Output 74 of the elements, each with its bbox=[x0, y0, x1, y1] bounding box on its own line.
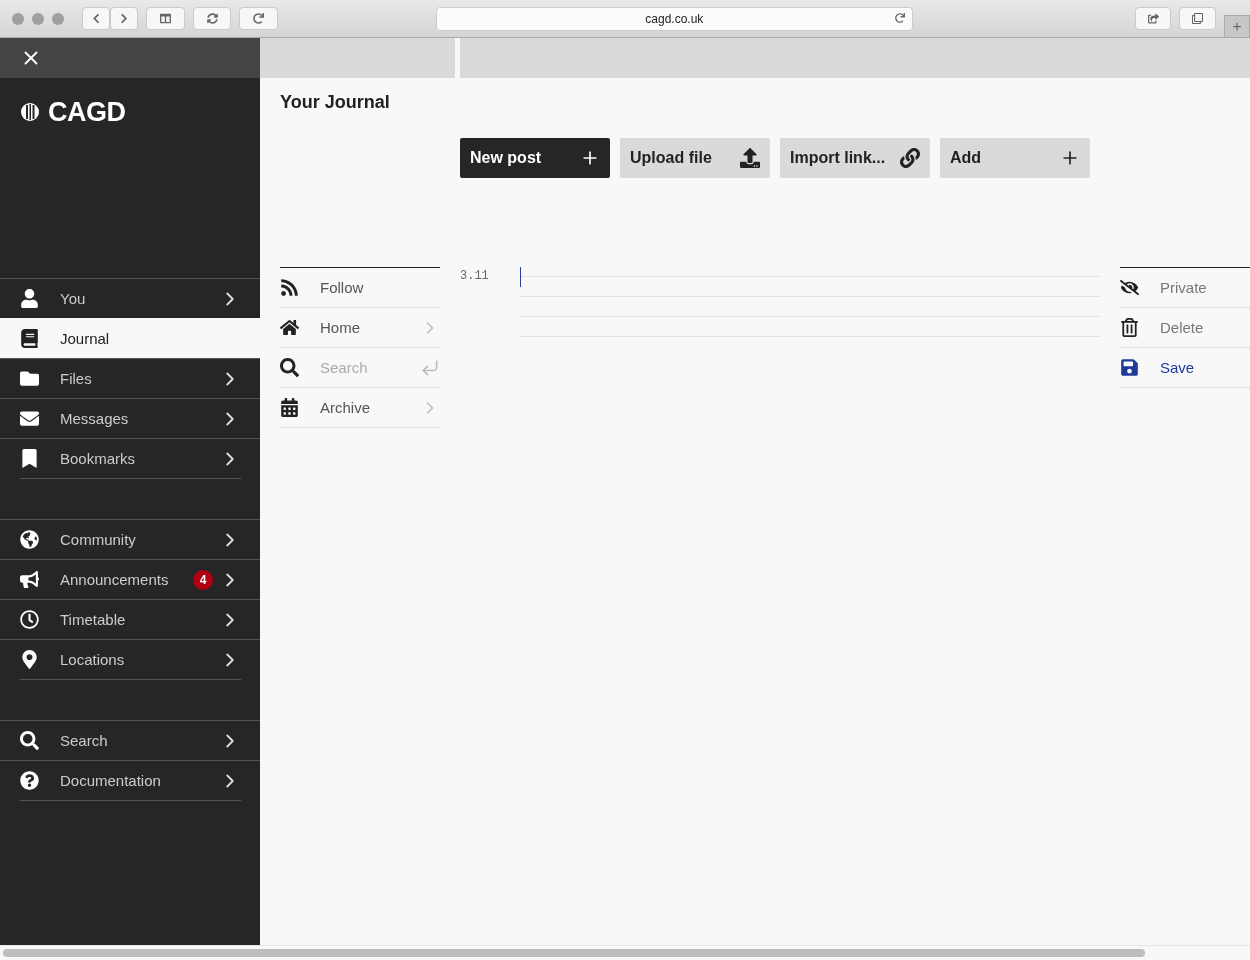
address-field[interactable]: cagd.co.uk bbox=[435, 6, 913, 31]
nav-link[interactable]: Follow bbox=[320, 279, 440, 296]
sidebar-item[interactable]: Community bbox=[0, 519, 260, 559]
sidebar-item[interactable]: Bookmarks bbox=[0, 438, 260, 478]
action-link[interactable]: Delete bbox=[1160, 319, 1204, 336]
count-badge: 4 bbox=[193, 569, 213, 590]
line-number: 3.11 bbox=[460, 268, 490, 285]
sidebar-label: Messages bbox=[60, 410, 130, 427]
tabs-button[interactable] bbox=[1179, 7, 1216, 30]
map-pin-icon bbox=[20, 650, 39, 669]
sidebar-label: You bbox=[60, 290, 87, 307]
sidebar-label: Locations bbox=[60, 651, 126, 668]
logo-text: CAGD bbox=[48, 96, 126, 129]
sidebar-label: Journal bbox=[60, 330, 111, 347]
envelope-icon bbox=[20, 409, 39, 428]
scrollbar[interactable] bbox=[0, 945, 1250, 960]
sidebar-item[interactable]: Timetable bbox=[0, 599, 260, 639]
search-icon bbox=[20, 731, 39, 750]
house-icon bbox=[280, 318, 299, 337]
sidebar-label: Search bbox=[60, 732, 109, 749]
trash-icon bbox=[1120, 318, 1139, 337]
sidebar-item[interactable]: Search bbox=[0, 720, 260, 760]
bookmark-icon bbox=[20, 449, 39, 468]
sidebar-button[interactable] bbox=[146, 7, 185, 30]
reload-button[interactable] bbox=[239, 7, 278, 30]
text-cursor bbox=[520, 267, 521, 287]
upload-icon bbox=[740, 148, 760, 168]
search-field[interactable]: Search bbox=[320, 359, 420, 376]
sidebar-item[interactable]: Journal bbox=[0, 318, 260, 358]
action-link[interactable]: Save bbox=[1160, 359, 1195, 376]
sidebar-label: Bookmarks bbox=[60, 450, 137, 467]
page-title: Your Journal bbox=[280, 92, 391, 113]
person-icon bbox=[20, 289, 39, 308]
book-icon bbox=[20, 329, 39, 348]
chevron-right-icon bbox=[119, 13, 130, 24]
reload-icon bbox=[253, 13, 265, 24]
sidebar-label: Announcements bbox=[60, 571, 170, 588]
toolbar-button[interactable]: Upload file bbox=[620, 138, 770, 178]
sidebar-item[interactable]: Files bbox=[0, 358, 260, 398]
folder-icon bbox=[20, 369, 39, 388]
sidebar-label: Timetable bbox=[60, 611, 127, 628]
sidebar-item[interactable]: Messages bbox=[0, 398, 260, 438]
megaphone-icon bbox=[20, 570, 39, 589]
sidebar-item[interactable]: Documentation bbox=[0, 760, 260, 800]
sidebar-item[interactable]: Locations bbox=[0, 639, 260, 679]
sync-button[interactable] bbox=[192, 7, 232, 30]
toolbar-button[interactable]: Import link... bbox=[780, 138, 930, 178]
logo-icon bbox=[20, 102, 40, 122]
search-icon bbox=[280, 358, 299, 377]
share-icon bbox=[1147, 13, 1159, 24]
tabs-icon bbox=[1192, 13, 1204, 24]
calendar-icon bbox=[280, 398, 299, 417]
clock-icon bbox=[20, 610, 39, 629]
globe-icon bbox=[20, 530, 39, 549]
forward-button[interactable] bbox=[110, 7, 139, 30]
sync-icon bbox=[206, 13, 218, 24]
chevron-left-icon bbox=[91, 13, 102, 24]
nav-link[interactable]: Home bbox=[320, 319, 420, 336]
share-button[interactable] bbox=[1134, 7, 1172, 30]
reload-icon[interactable] bbox=[894, 12, 905, 23]
eye-slash-icon bbox=[1120, 278, 1139, 297]
link-icon bbox=[900, 148, 920, 168]
sidebar-label: Files bbox=[60, 370, 93, 387]
nav-link[interactable]: Archive bbox=[320, 399, 420, 416]
sidebar-label: Community bbox=[60, 531, 137, 548]
sidebar-label: Documentation bbox=[60, 772, 162, 789]
help-icon bbox=[20, 771, 39, 790]
toolbar-button[interactable]: New post bbox=[460, 138, 610, 178]
sidebar-item[interactable]: Announcements 4 bbox=[0, 559, 260, 599]
action-link[interactable]: Private bbox=[1160, 279, 1207, 296]
back-button[interactable] bbox=[82, 7, 111, 30]
rss-icon bbox=[280, 278, 299, 297]
toolbar-button[interactable]: Add bbox=[940, 138, 1090, 178]
sidebar-icon bbox=[160, 13, 172, 24]
